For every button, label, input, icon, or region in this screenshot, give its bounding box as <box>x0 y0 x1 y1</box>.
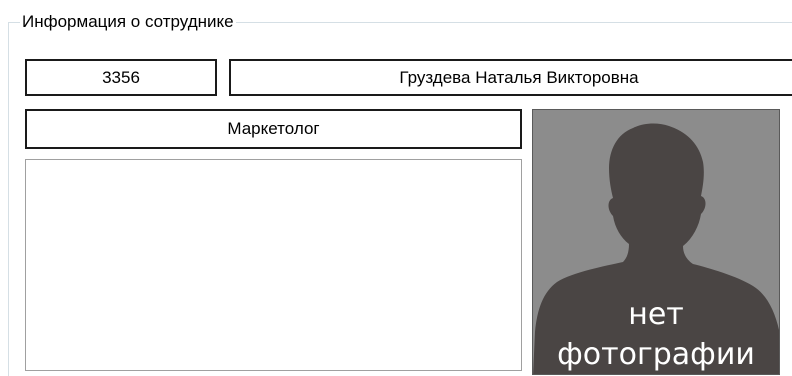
employee-name-field[interactable]: Груздева Наталья Викторовна <box>229 59 792 96</box>
no-photo-label-line1: нет <box>628 297 684 332</box>
employee-notes-box[interactable] <box>25 159 522 371</box>
no-photo-label-line2: фотографии <box>557 337 755 372</box>
groupbox-title: Информация о сотруднике <box>20 11 236 33</box>
employee-position-field[interactable]: Маркетолог <box>25 109 522 149</box>
employee-info-panel: Информация о сотруднике 3356 Груздева На… <box>0 0 792 376</box>
person-silhouette-icon <box>533 123 779 374</box>
employee-id-field[interactable]: 3356 <box>25 59 217 96</box>
employee-photo[interactable]: нет фотографии <box>532 109 780 375</box>
